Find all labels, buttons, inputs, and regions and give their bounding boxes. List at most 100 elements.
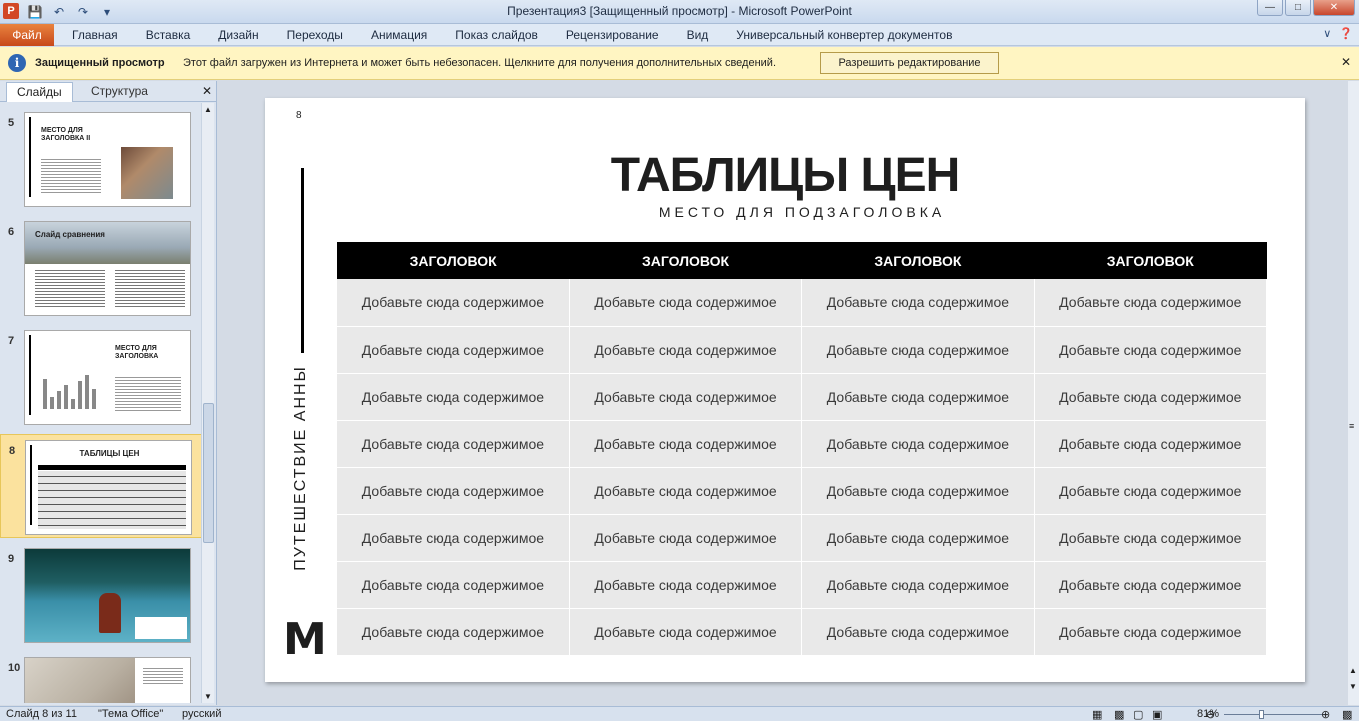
table-cell[interactable]: Добавьте сюда содержимое (1034, 279, 1268, 327)
table-cell[interactable]: Добавьте сюда содержимое (569, 420, 803, 468)
table-cell[interactable]: Добавьте сюда содержимое (801, 467, 1035, 515)
slide-thumbnail[interactable] (24, 657, 191, 703)
scroll-up-icon[interactable]: ▲ (204, 105, 212, 114)
price-table[interactable]: ЗАГОЛОВОК ЗАГОЛОВОК ЗАГОЛОВОК ЗАГОЛОВОК … (337, 242, 1268, 656)
table-cell[interactable]: Добавьте сюда содержимое (337, 561, 570, 609)
scrollbar-thumb[interactable] (203, 403, 214, 543)
table-cell[interactable]: Добавьте сюда содержимое (801, 608, 1035, 656)
reading-view-icon[interactable]: ▢ (1133, 708, 1143, 721)
editor-scrollbar[interactable]: ≡ ▲ ▼ (1348, 81, 1359, 705)
table-cell[interactable]: Добавьте сюда содержимое (569, 561, 803, 609)
slide-thumbnail-row[interactable]: 5 МЕСТО ДЛЯ ЗАГОЛОВКА II (0, 107, 202, 211)
slide-thumbnail-row-selected[interactable]: 8 ТАБЛИЦЫ ЦЕН (0, 434, 202, 538)
table-cell[interactable]: Добавьте сюда содержимое (569, 608, 803, 656)
help-icon[interactable]: ❓ (1339, 27, 1353, 40)
table-cell[interactable]: Добавьте сюда содержимое (1034, 373, 1268, 421)
slide-subtitle[interactable]: МЕСТО ДЛЯ ПОДЗАГОЛОВКА (265, 204, 1339, 220)
table-header-cell[interactable]: ЗАГОЛОВОК (1034, 242, 1267, 279)
scrollbar-grip-icon[interactable]: ≡ (1349, 421, 1354, 431)
slide-thumbnail[interactable]: МЕСТО ДЛЯ ЗАГОЛОВКА II (24, 112, 191, 207)
tab-view[interactable]: Вид (673, 24, 723, 46)
table-cell[interactable]: Добавьте сюда содержимое (801, 279, 1035, 327)
table-cell[interactable]: Добавьте сюда содержимое (569, 467, 803, 515)
table-row: Добавьте сюда содержимое Добавьте сюда со… (337, 514, 1268, 562)
slide-thumbnail-row[interactable]: 7 МЕСТО ДЛЯ ЗАГОЛОВКА (0, 325, 202, 429)
maximize-icon[interactable]: □ (1285, 0, 1311, 16)
table-cell[interactable]: Добавьте сюда содержимое (801, 514, 1035, 562)
table-header-cell[interactable]: ЗАГОЛОВОК (801, 242, 1035, 279)
slide-thumbnail-list: 5 МЕСТО ДЛЯ ЗАГОЛОВКА II 6 Слайд сравнен… (0, 103, 202, 703)
fit-to-window-icon[interactable]: ▩ (1342, 708, 1352, 721)
table-cell[interactable]: Добавьте сюда содержимое (337, 373, 570, 421)
tab-review[interactable]: Рецензирование (552, 24, 673, 46)
title-bar: P 💾 ↶ ↷ ▾ Презентация3 [Защищенный просм… (0, 0, 1359, 24)
table-cell[interactable]: Добавьте сюда содержимое (569, 514, 803, 562)
slide-thumbnail-row[interactable]: 9 (0, 543, 202, 647)
table-cell[interactable]: Добавьте сюда содержимое (1034, 467, 1268, 515)
table-cell[interactable]: Добавьте сюда содержимое (337, 608, 570, 656)
table-cell[interactable]: Добавьте сюда содержимое (337, 514, 570, 562)
slide-thumbnail[interactable]: МЕСТО ДЛЯ ЗАГОЛОВКА (24, 330, 191, 425)
tab-home[interactable]: Главная (58, 24, 132, 46)
table-cell[interactable]: Добавьте сюда содержимое (569, 326, 803, 374)
table-cell[interactable]: Добавьте сюда содержимое (801, 373, 1035, 421)
table-cell[interactable]: Добавьте сюда содержимое (1034, 326, 1268, 374)
tab-slides[interactable]: Слайды (6, 82, 73, 102)
table-cell[interactable]: Добавьте сюда содержимое (1034, 420, 1268, 468)
table-cell[interactable]: Добавьте сюда содержимое (569, 279, 803, 327)
table-cell[interactable]: Добавьте сюда содержимое (1034, 514, 1268, 562)
enable-editing-button[interactable]: Разрешить редактирование (820, 52, 999, 74)
zoom-out-icon[interactable]: ⊖ (1206, 708, 1215, 721)
next-slide-icon[interactable]: ▼ (1349, 682, 1357, 691)
table-cell[interactable]: Добавьте сюда содержимое (337, 420, 570, 468)
tab-outline[interactable]: Структура (81, 82, 158, 102)
table-cell[interactable]: Добавьте сюда содержимое (801, 326, 1035, 374)
current-slide[interactable]: 8 ПУТЕШЕСТВИЕ АННЫ M ТАБЛИЦЫ ЦЕН МЕСТО Д… (265, 98, 1305, 682)
table-header-cell[interactable]: ЗАГОЛОВОК (569, 242, 802, 279)
slide-thumbnail[interactable]: Слайд сравнения (24, 221, 191, 316)
tab-slide-show[interactable]: Показ слайдов (441, 24, 552, 46)
previous-slide-icon[interactable]: ▲ (1349, 666, 1357, 675)
minimize-icon[interactable]: — (1257, 0, 1283, 16)
thumb-text-block (35, 268, 105, 308)
table-header-cell[interactable]: ЗАГОЛОВОК (337, 242, 570, 279)
table-cell[interactable]: Добавьте сюда содержимое (569, 373, 803, 421)
thumb-table-header (38, 465, 186, 470)
tab-document-converter[interactable]: Универсальный конвертер документов (722, 24, 966, 46)
tab-animations[interactable]: Анимация (357, 24, 441, 46)
zoom-slider-knob[interactable] (1259, 710, 1264, 719)
scroll-down-icon[interactable]: ▼ (204, 692, 212, 701)
tab-transitions[interactable]: Переходы (273, 24, 357, 46)
slide-number: 6 (8, 226, 15, 238)
language-indicator[interactable]: русский (182, 708, 221, 720)
table-cell[interactable]: Добавьте сюда содержимое (337, 467, 570, 515)
tab-file[interactable]: Файл (0, 24, 54, 46)
slide-thumbnail-row[interactable]: 10 (0, 652, 202, 703)
close-message-bar-icon[interactable]: ✕ (1341, 55, 1351, 69)
slides-panel-scrollbar[interactable]: ▲ ▼ (201, 103, 214, 703)
slide-title[interactable]: ТАБЛИЦЫ ЦЕН (265, 148, 1305, 203)
protected-view-bar: i Защищенный просмотр Этот файл загружен… (0, 47, 1359, 80)
tab-design[interactable]: Дизайн (204, 24, 272, 46)
tab-insert[interactable]: Вставка (132, 24, 205, 46)
table-cell[interactable]: Добавьте сюда содержимое (1034, 608, 1268, 656)
thumb-text-block (115, 268, 185, 308)
close-panel-icon[interactable]: ✕ (202, 84, 212, 98)
protected-view-message[interactable]: Этот файл загружен из Интернета и может … (183, 57, 776, 69)
slide-thumbnail[interactable]: ТАБЛИЦЫ ЦЕН (25, 440, 192, 535)
table-cell[interactable]: Добавьте сюда содержимое (337, 279, 570, 327)
normal-view-icon[interactable]: ▦ (1092, 708, 1102, 721)
thumb-chart (43, 367, 109, 409)
table-cell[interactable]: Добавьте сюда содержимое (337, 326, 570, 374)
table-cell[interactable]: Добавьте сюда содержимое (801, 420, 1035, 468)
slide-sorter-icon[interactable]: ▩ (1114, 708, 1124, 721)
zoom-in-icon[interactable]: ⊕ (1321, 708, 1330, 721)
slide-thumbnail-row[interactable]: 6 Слайд сравнения (0, 216, 202, 320)
slide-show-icon[interactable]: ▣ (1152, 708, 1162, 721)
slide-thumbnail[interactable] (24, 548, 191, 643)
ribbon-minimize-icon[interactable]: ∨ (1323, 27, 1331, 40)
close-window-icon[interactable]: ✕ (1313, 0, 1355, 16)
zoom-slider[interactable] (1224, 714, 1324, 715)
table-cell[interactable]: Добавьте сюда содержимое (801, 561, 1035, 609)
table-cell[interactable]: Добавьте сюда содержимое (1034, 561, 1268, 609)
